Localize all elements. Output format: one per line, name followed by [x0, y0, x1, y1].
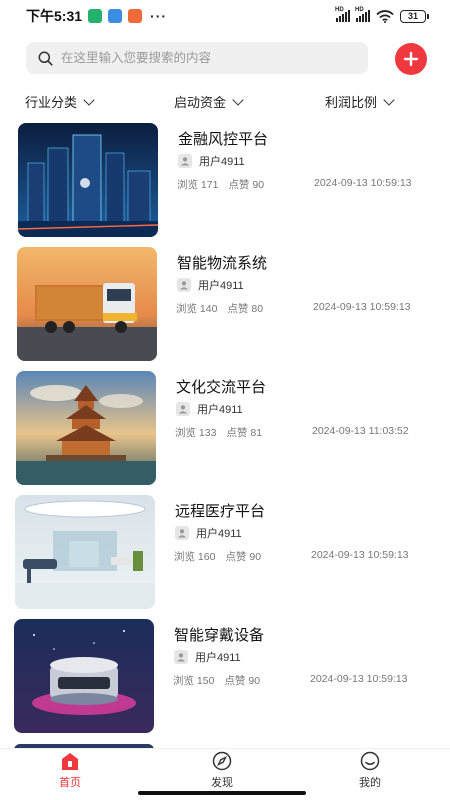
item-time: 2024-09-13 10:59:13	[310, 673, 408, 685]
item-views: 浏览 133	[175, 427, 217, 439]
home-indicator	[138, 791, 306, 795]
user-avatar-icon	[175, 526, 189, 540]
mail-notification-icon	[108, 9, 123, 23]
compass-icon	[212, 751, 232, 771]
smile-icon	[360, 751, 380, 771]
item-stats: 浏览 133 点赞 81	[175, 425, 262, 440]
item-likes: 点赞 80	[227, 303, 264, 315]
list-item[interactable]: 文化交流平台 用户4911 浏览 133 点赞 81 2024-09-13 11:…	[16, 371, 436, 489]
item-likes: 点赞 90	[224, 675, 261, 687]
signal-icon: HD	[335, 7, 350, 22]
device-image	[14, 619, 154, 733]
item-stats: 浏览 160 点赞 90	[174, 549, 261, 564]
user-avatar-icon	[176, 402, 190, 416]
filter-startup-funds[interactable]: 启动资金	[174, 92, 244, 111]
filter-profit-ratio[interactable]: 利润比例	[325, 92, 395, 111]
item-time: 2024-09-13 11:03:52	[312, 425, 409, 437]
truck-image	[17, 247, 157, 361]
item-user-name: 用户4911	[199, 156, 245, 168]
wechat-notification-icon	[88, 9, 103, 23]
item-user-name: 用户4911	[195, 652, 241, 664]
item-user: 用户4911	[177, 277, 244, 293]
battery-icon: 31	[400, 9, 429, 23]
item-user-name: 用户4911	[197, 404, 243, 416]
list-item[interactable]: 远程医疗平台 用户4911 浏览 160 点赞 90 2024-09-13 10:…	[15, 495, 435, 613]
filter-startup-funds-label: 启动资金	[174, 95, 227, 110]
tab-home-label: 首页	[59, 777, 81, 789]
item-user: 用户4911	[178, 153, 245, 169]
list-item[interactable]: 智能穿戴设备 用户4911 浏览 150 点赞 90 2024-09-13 10:…	[14, 619, 434, 737]
item-user: 用户4911	[174, 649, 241, 665]
item-user: 用户4911	[175, 525, 242, 541]
filter-profit-ratio-label: 利润比例	[325, 95, 378, 110]
list-item[interactable]: 金融风控平台 用户4911 浏览 171 点赞 90 2024-09-13 10:…	[18, 123, 438, 241]
status-time: 下午5:31	[26, 8, 83, 24]
user-avatar-icon	[178, 154, 192, 168]
item-views: 浏览 160	[174, 551, 216, 563]
chevron-down-icon	[383, 93, 395, 106]
item-views: 浏览 140	[176, 303, 218, 315]
clinic-room-image	[15, 495, 155, 609]
item-stats: 浏览 171 点赞 90	[177, 177, 264, 192]
search-bar[interactable]	[26, 42, 368, 74]
tab-discover-label: 发现	[211, 777, 233, 789]
list-item[interactable]: 智能物流系统 用户4911 浏览 140 点赞 80 2024-09-13 10:…	[17, 247, 437, 365]
item-user: 用户4911	[176, 401, 243, 417]
item-time: 2024-09-13 10:59:13	[311, 549, 409, 561]
more-notifications-icon: ···	[150, 8, 168, 24]
item-stats: 浏览 150 点赞 90	[173, 673, 260, 688]
item-time: 2024-09-13 10:59:13	[314, 177, 412, 189]
tab-mine[interactable]: 我的	[340, 751, 400, 790]
item-likes: 点赞 90	[228, 179, 265, 191]
chevron-down-icon	[232, 93, 244, 106]
filter-industry-label: 行业分类	[25, 95, 78, 110]
status-bar: 下午5:31 ··· HD HD 31	[0, 0, 450, 32]
item-stats: 浏览 140 点赞 80	[176, 301, 263, 316]
tab-mine-label: 我的	[359, 777, 381, 789]
tab-home[interactable]: 首页	[40, 751, 100, 790]
item-time: 2024-09-13 10:59:13	[313, 301, 411, 313]
tab-discover[interactable]: 发现	[192, 751, 252, 790]
filter-bar: 行业分类 启动资金 利润比例	[0, 92, 450, 114]
item-likes: 点赞 90	[225, 551, 262, 563]
item-title: 文化交流平台	[176, 379, 267, 396]
search-input[interactable]	[61, 51, 351, 65]
item-title: 金融风控平台	[178, 131, 269, 148]
item-title: 智能物流系统	[177, 255, 268, 272]
item-user-name: 用户4911	[198, 280, 244, 292]
pagoda-image	[16, 371, 156, 485]
app-notification-icon	[128, 9, 143, 23]
home-icon	[62, 753, 78, 770]
item-views: 浏览 150	[173, 675, 215, 687]
chevron-down-icon	[83, 93, 95, 106]
signal-icon-2: HD	[355, 7, 370, 22]
item-user-name: 用户4911	[196, 528, 242, 540]
item-views: 浏览 171	[177, 179, 219, 191]
add-button[interactable]	[395, 43, 427, 75]
item-title: 远程医疗平台	[175, 503, 266, 520]
search-icon	[38, 51, 53, 66]
plus-icon	[403, 51, 419, 67]
project-list: 金融风控平台 用户4911 浏览 171 点赞 90 2024-09-13 10:…	[0, 120, 450, 744]
city-tower-image	[18, 123, 158, 237]
item-likes: 点赞 81	[226, 427, 263, 439]
user-avatar-icon	[177, 278, 191, 292]
user-avatar-icon	[174, 650, 188, 664]
filter-industry[interactable]: 行业分类	[25, 92, 95, 111]
wifi-icon	[376, 9, 394, 23]
item-title: 智能穿戴设备	[174, 627, 265, 644]
